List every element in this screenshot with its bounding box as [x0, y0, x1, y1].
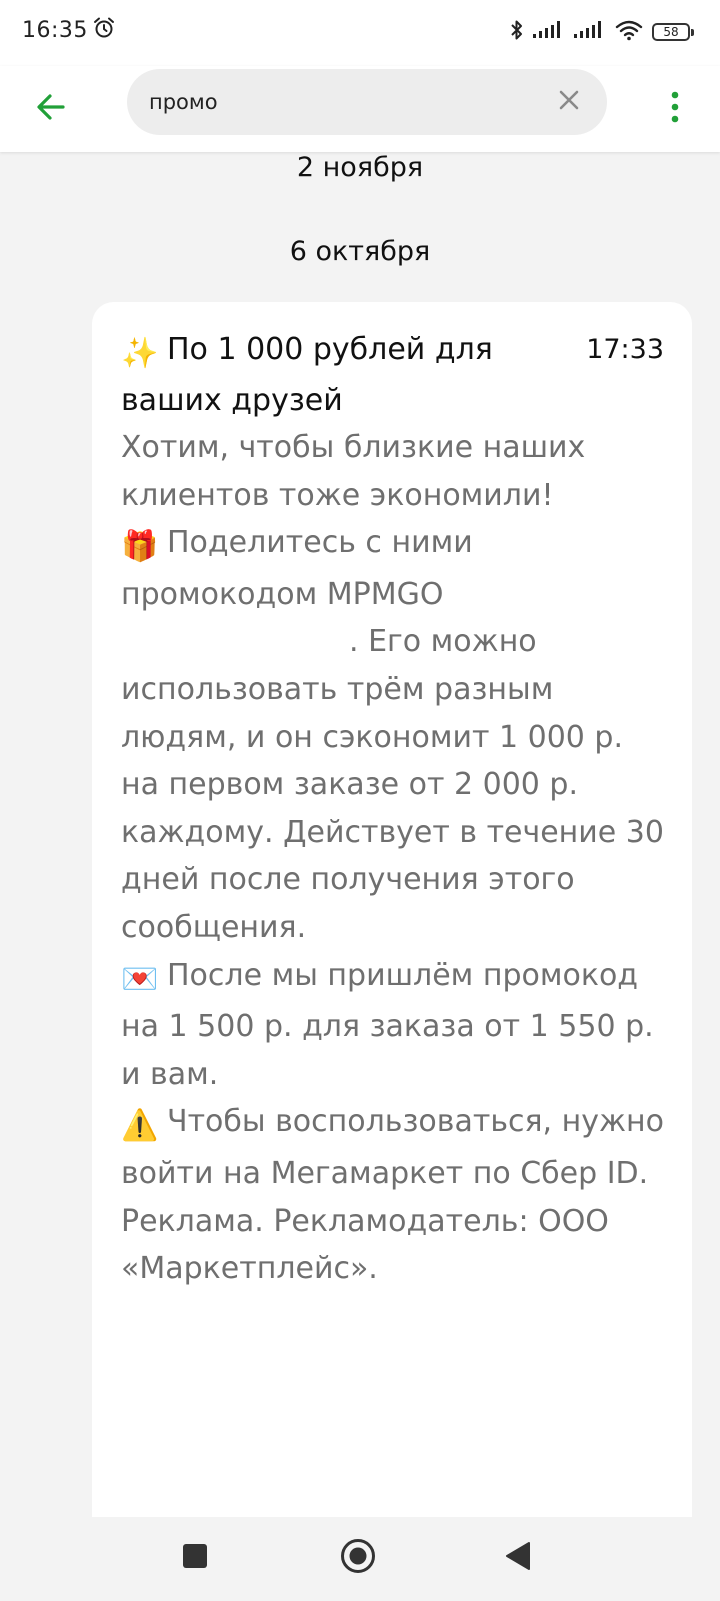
message-intro: Хотим, чтобы близкие наших клиентов тоже…: [121, 430, 586, 513]
bluetooth-icon: [510, 18, 524, 46]
system-nav-bar: [0, 1517, 720, 1601]
message-after-text: После мы пришлём промокод на 1 500 р. дл…: [121, 957, 654, 1092]
date-separator: 6 октября: [289, 236, 431, 267]
message-warning-text: Чтобы воспользоваться, нужно войти на Ме…: [121, 1104, 664, 1287]
system-back-button[interactable]: [496, 1536, 540, 1580]
status-bar: 16:35 58: [0, 0, 720, 66]
clear-icon: [558, 89, 580, 115]
message-title-text: По 1 000 рублей для ваших друзей: [121, 332, 493, 418]
home-icon: [339, 1537, 377, 1579]
status-left: 16:35: [22, 16, 116, 44]
love-letter-icon: 💌: [121, 961, 159, 997]
back-button[interactable]: [26, 84, 76, 134]
app-bar: [0, 66, 720, 152]
battery-level: 58: [663, 25, 679, 39]
promo-code[interactable]: MPMGO: [327, 577, 444, 612]
message-title: ✨ По 1 000 рублей для ваших друзей: [121, 326, 551, 424]
more-vert-icon: [671, 91, 679, 127]
search-box[interactable]: [127, 69, 607, 135]
recent-apps-icon: [181, 1542, 209, 1574]
clear-search-button[interactable]: [553, 86, 585, 118]
back-icon: [503, 1540, 533, 1576]
battery-icon: 58: [652, 23, 694, 41]
signal-icon: [533, 20, 565, 44]
more-options-button[interactable]: [660, 84, 690, 134]
search-input[interactable]: [149, 90, 519, 114]
signal-icon: [574, 20, 606, 44]
message-time: 17:33: [586, 334, 664, 365]
gift-icon: 🎁: [121, 529, 159, 565]
alarm-icon: [92, 16, 116, 44]
status-time: 16:35: [22, 17, 88, 43]
home-button[interactable]: [336, 1536, 380, 1580]
message-header: ✨ По 1 000 рублей для ваших друзей 17:33: [121, 326, 664, 424]
date-separator: 2 ноября: [296, 152, 424, 183]
sparkles-icon: ✨: [121, 336, 159, 371]
recent-apps-button[interactable]: [173, 1536, 217, 1580]
status-right: 58: [510, 18, 694, 46]
message-share-text-2: . Его можно использовать трём разным люд…: [121, 624, 664, 945]
message-bubble[interactable]: ✨ По 1 000 рублей для ваших друзей 17:33 …: [92, 302, 692, 1517]
message-body: Хотим, чтобы близкие наших клиентов тоже…: [121, 424, 664, 1293]
back-arrow-icon: [35, 91, 67, 127]
warning-icon: ⚠️: [121, 1108, 159, 1144]
wifi-icon: [615, 19, 643, 45]
